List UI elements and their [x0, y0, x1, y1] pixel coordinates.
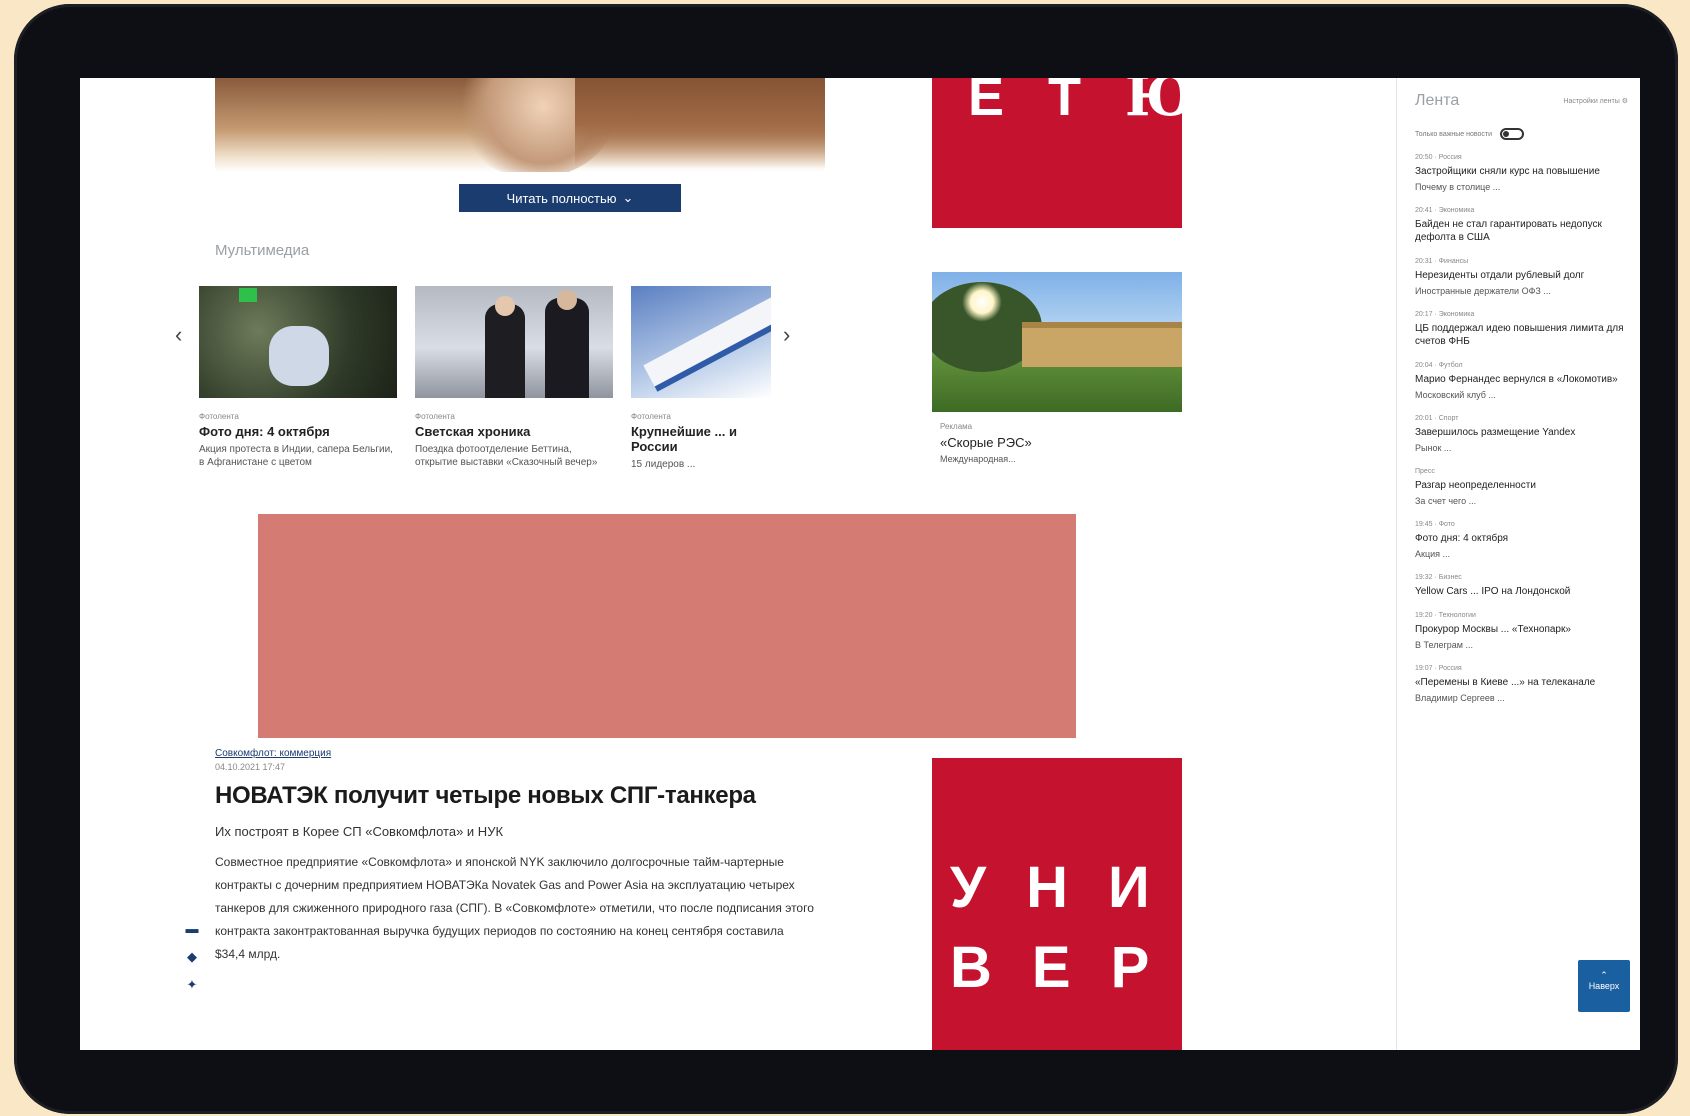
feed-item[interactable]: 19:07 · Россия «Перемены в Киеве ...» на …	[1415, 665, 1628, 704]
article-title[interactable]: НОВАТЭК получит четыре новых СПГ-танкера	[215, 782, 855, 810]
card-image	[199, 286, 397, 398]
feed-title: Лента	[1415, 92, 1460, 109]
feed-item[interactable]: 20:50 · Россия Застройщики сняли курс на …	[1415, 154, 1628, 193]
toggle-label: Только важные новости	[1415, 130, 1493, 138]
media-card[interactable]: Фотолента Фото дня: 4 октября Акция прот…	[199, 286, 397, 469]
chevron-left-icon[interactable]: ‹	[175, 322, 182, 348]
ad-banner[interactable]	[258, 514, 1076, 738]
ad-bottom[interactable]: УНИ ВЕР	[932, 758, 1182, 1050]
article-subtitle: Их построят в Корее СП «Совкомфлота» и Н…	[215, 824, 504, 839]
laptop-frame: Читать полностью ⌄ Мультимедиа ‹ Фотолен…	[14, 4, 1678, 1114]
multimedia-carousel: ‹ Фотолента Фото дня: 4 октября Акция пр…	[175, 286, 875, 496]
feed-item[interactable]: 20:31 · Финансы Нерезиденты отдали рублев…	[1415, 258, 1628, 297]
gear-icon: ⚙	[1621, 98, 1628, 105]
read-more-label: Читать полностью	[506, 190, 617, 206]
chevron-right-icon[interactable]: ›	[783, 322, 790, 348]
read-more-button[interactable]: Читать полностью ⌄	[459, 184, 681, 212]
chevron-up-icon: ⌃	[1600, 970, 1608, 980]
article-body: Совместное предприятие «Совкомфлота» и я…	[215, 855, 814, 961]
share-icon[interactable]: ✦	[184, 978, 200, 992]
card-title[interactable]: Крупнейшие ... и России	[631, 424, 771, 454]
card-title[interactable]: Фото дня: 4 октября	[199, 424, 397, 439]
media-card[interactable]: Фотолента Светская хроника Поездка фотоо…	[415, 286, 613, 469]
card-title[interactable]: Светская хроника	[415, 424, 613, 439]
card-image	[631, 286, 771, 398]
important-only-toggle[interactable]	[1500, 128, 1525, 140]
chevron-down-icon: ⌄	[622, 190, 634, 205]
feed-settings-link[interactable]: Настройки ленты ⚙	[1563, 97, 1628, 105]
feed-list: 20:50 · Россия Застройщики сняли курс на …	[1415, 154, 1628, 704]
feed-item[interactable]: 20:01 · Спорт Завершилось размещение Yand…	[1415, 415, 1628, 454]
media-card[interactable]: Фотолента Крупнейшие ... и России 15 лид…	[631, 286, 771, 471]
share-bar: ▬ ◆ ✦	[184, 922, 204, 1006]
feed-item[interactable]: 20:41 · Экономика Байден не стал гарантир…	[1415, 207, 1628, 244]
feed-item[interactable]: 19:32 · Бизнес Yellow Cars ... IPO на Лон…	[1415, 574, 1628, 598]
ad-image[interactable]	[932, 272, 1182, 412]
ad-top[interactable]: ЕТЮ	[932, 78, 1195, 228]
article: Совкомфлот: коммерция 04.10.2021 17:47 Н…	[215, 748, 855, 966]
feed-item[interactable]: 19:20 · Технологии Прокурор Москвы ... «Т…	[1415, 612, 1628, 651]
card-image	[415, 286, 613, 398]
multimedia-title: Мультимедиа	[215, 242, 310, 259]
feed-item[interactable]: 20:04 · Футбол Марио Фернандес вернулся в…	[1415, 362, 1628, 401]
hero-image	[215, 78, 825, 172]
comment-icon[interactable]: ▬	[184, 922, 200, 936]
article-source[interactable]: Совкомфлот: коммерция	[215, 748, 855, 759]
feed-item[interactable]: 19:45 · Фото Фото дня: 4 октября Акция ...	[1415, 521, 1628, 560]
scroll-up-button[interactable]: ⌃ Наверх	[1578, 960, 1630, 1012]
browser-viewport: Читать полностью ⌄ Мультимедиа ‹ Фотолен…	[80, 78, 1640, 1050]
news-feed: Лента Настройки ленты ⚙ Только важные но…	[1396, 78, 1640, 1050]
article-date: 04.10.2021 17:47	[215, 762, 286, 772]
feed-item[interactable]: Пресс Разгар неопределенности За счет чего…	[1415, 468, 1628, 507]
bookmark-icon[interactable]: ◆	[184, 950, 200, 964]
feed-item[interactable]: 20:17 · Экономика ЦБ поддержал идею повыш…	[1415, 311, 1628, 348]
ad-image-caption: Реклама «Скорые РЭС» Международная...	[940, 422, 1032, 464]
